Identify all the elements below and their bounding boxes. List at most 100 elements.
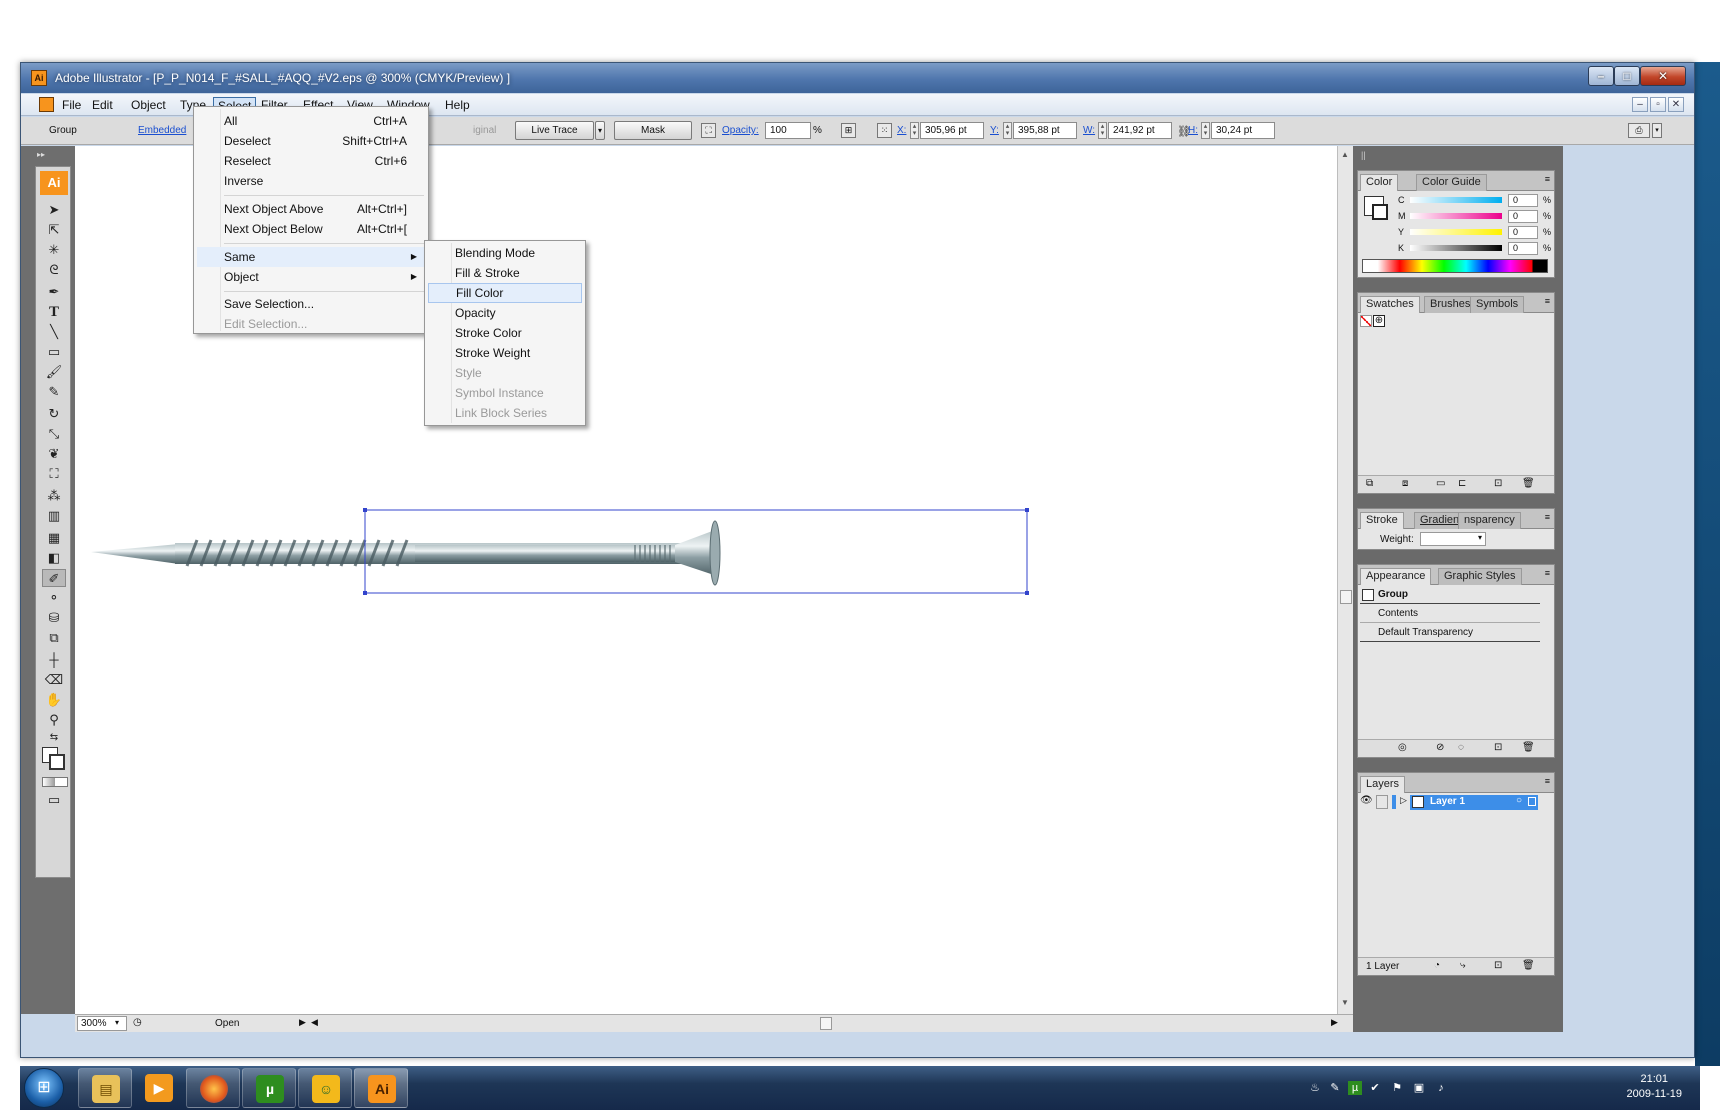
new-swatch-icon[interactable]: ⊡ — [1494, 478, 1502, 489]
submenu-item-blending-mode[interactable]: Blending Mode — [428, 243, 582, 263]
action-center-flag-icon[interactable]: ⚑ — [1390, 1081, 1404, 1095]
stroke-color-icon[interactable] — [49, 754, 65, 770]
tab-swatches[interactable]: Swatches — [1360, 296, 1420, 313]
delete-layer-icon[interactable]: 🗑 — [1522, 960, 1535, 971]
y-input[interactable]: 395,88 pt — [1013, 122, 1077, 139]
layer-expand-icon[interactable]: ▷ — [1400, 795, 1407, 806]
scroll-right-icon[interactable]: ▶ — [1331, 1017, 1338, 1028]
make-clipping-mask-icon[interactable]: ◔ — [1434, 960, 1440, 971]
magic-wand-tool-icon[interactable]: ✳ — [42, 241, 66, 259]
zoom-dropdown-icon[interactable]: ▾ — [115, 1018, 119, 1027]
edit-original-button[interactable]: iginal — [473, 125, 496, 136]
symbol-sprayer-tool-icon[interactable]: ⁂ — [42, 487, 66, 505]
layer-selection-square[interactable] — [1528, 797, 1536, 806]
w-label[interactable]: W: — [1083, 125, 1095, 136]
submenu-item-fill-stroke[interactable]: Fill & Stroke — [428, 263, 582, 283]
tab-stroke[interactable]: Stroke — [1360, 512, 1404, 529]
menu-file[interactable]: File — [58, 97, 85, 114]
rotate-tool-icon[interactable]: ↻ — [42, 405, 66, 423]
y-stepper[interactable]: ▴ ▾ — [1003, 122, 1012, 139]
layer-target-icon[interactable]: ○ — [1516, 795, 1522, 806]
appearance-row-contents[interactable]: Contents — [1378, 608, 1418, 619]
zoom-level-select[interactable]: 300% — [77, 1016, 127, 1031]
taskbar-messenger[interactable]: ☺ — [298, 1068, 352, 1108]
appearance-row-transparency[interactable]: Default Transparency — [1378, 627, 1473, 638]
channel-k-input[interactable]: 0 — [1508, 242, 1538, 255]
steam-tray-icon[interactable]: ♨ — [1308, 1081, 1322, 1095]
warp-tool-icon[interactable]: ❦ — [42, 445, 66, 463]
panel-menu-icon[interactable]: ≡ — [1545, 296, 1550, 306]
submenu-item-stroke-weight[interactable]: Stroke Weight — [428, 343, 582, 363]
menu-object[interactable]: Object — [127, 97, 170, 114]
tab-appearance[interactable]: Appearance — [1360, 568, 1432, 585]
status-menu-icon[interactable]: ▶ — [299, 1017, 306, 1028]
duplicate-item-icon[interactable]: ⊡ — [1494, 742, 1502, 753]
reference-point-icon[interactable]: ⁙ — [877, 123, 892, 138]
panel-menu-icon[interactable]: ≡ — [1545, 568, 1550, 578]
appearance-row-group[interactable]: Group — [1378, 589, 1408, 600]
scroll-left-icon[interactable]: ◀ — [311, 1017, 318, 1028]
tray-check-icon[interactable]: ✔ — [1368, 1081, 1382, 1095]
tab-color[interactable]: Color — [1360, 174, 1399, 191]
mask-button[interactable]: Mask — [614, 121, 692, 140]
eraser-tool-icon[interactable]: ⌫ — [42, 671, 66, 689]
menu-item-next-object-below[interactable]: Next Object Below Alt+Ctrl+[ — [197, 219, 425, 239]
channel-c-input[interactable]: 0 — [1508, 194, 1538, 207]
live-trace-button[interactable]: Live Trace — [515, 121, 594, 140]
h-input[interactable]: 30,24 pt — [1211, 122, 1275, 139]
menu-edit[interactable]: Edit — [88, 97, 117, 114]
submenu-item-stroke-color[interactable]: Stroke Color — [428, 323, 582, 343]
start-button[interactable]: ⊞ — [24, 1068, 64, 1108]
vertical-scrollbar[interactable]: ▲ ▼ — [1337, 146, 1353, 1014]
channel-y-slider[interactable] — [1410, 229, 1502, 235]
scroll-up-icon[interactable]: ▲ — [1341, 150, 1349, 159]
submenu-item-fill-color[interactable]: Fill Color — [428, 283, 582, 303]
x-stepper[interactable]: ▴ ▾ — [910, 122, 919, 139]
doc-minimize-button[interactable]: – — [1632, 97, 1648, 112]
doc-restore-button[interactable]: ▫ — [1650, 97, 1666, 112]
embedded-link[interactable]: Embedded — [138, 125, 186, 136]
rectangle-tool-icon[interactable]: ▭ — [42, 343, 66, 361]
layer-visibility-eye-icon[interactable]: 👁 — [1360, 795, 1373, 809]
opacity-label[interactable]: Opacity: — [722, 125, 759, 136]
channel-m-input[interactable]: 0 — [1508, 210, 1538, 223]
paintbrush-tool-icon[interactable]: 🖌 — [42, 363, 66, 381]
new-color-group-icon[interactable]: ⊏ — [1458, 478, 1466, 489]
reduce-to-basic-icon[interactable]: ◌ — [1458, 742, 1464, 753]
layer-name[interactable]: Layer 1 — [1430, 796, 1465, 807]
selection-handle[interactable] — [363, 591, 367, 595]
utorrent-tray-icon[interactable]: µ — [1348, 1081, 1362, 1095]
screen-mode-icon[interactable]: ▭ — [42, 791, 66, 809]
registration-swatch[interactable]: ⊕ — [1373, 315, 1385, 327]
live-paint-selection-tool-icon[interactable]: ⧉ — [42, 629, 66, 647]
taskbar-utorrent[interactable]: µ — [242, 1068, 296, 1108]
selection-tool-icon[interactable]: ➤ — [42, 201, 66, 219]
clear-appearance-icon[interactable]: ⊘ — [1436, 742, 1444, 753]
tab-layers[interactable]: Layers — [1360, 776, 1406, 793]
minimize-button[interactable]: – — [1588, 66, 1614, 86]
channel-y-input[interactable]: 0 — [1508, 226, 1538, 239]
vertical-scroll-thumb[interactable] — [1340, 590, 1352, 604]
hand-tool-icon[interactable]: ✋ — [42, 691, 66, 709]
mesh-tool-icon[interactable]: ▦ — [42, 529, 66, 547]
blend-tool-icon[interactable]: ⚬ — [42, 589, 66, 607]
zoom-tool-icon[interactable]: ⚲ — [42, 711, 66, 729]
menu-help[interactable]: Help — [441, 97, 474, 114]
h-label[interactable]: H: — [1188, 125, 1198, 136]
submenu-item-opacity[interactable]: Opacity — [428, 303, 582, 323]
tray-app-icon[interactable]: ✎ — [1328, 1081, 1342, 1095]
system-clock[interactable]: 21:01 2009-11-19 — [1627, 1072, 1682, 1102]
eyedropper-tool-icon[interactable]: ✐ — [42, 569, 66, 587]
control-bar-menu-icon[interactable]: ▾ — [1652, 123, 1662, 138]
panel-menu-icon[interactable]: ≡ — [1545, 174, 1550, 184]
x-label[interactable]: X: — [897, 125, 906, 136]
stroke-weight-input[interactable] — [1420, 532, 1486, 546]
tab-symbols[interactable]: Symbols — [1470, 296, 1525, 313]
w-stepper[interactable]: ▴ ▾ — [1098, 122, 1107, 139]
collapse-toolbox-icon[interactable]: ▸▸ — [37, 150, 45, 159]
panel-menu-icon[interactable]: ≡ — [1545, 512, 1550, 522]
menu-item-all[interactable]: All Ctrl+A — [197, 111, 425, 131]
horizontal-scroll-thumb[interactable] — [820, 1017, 832, 1030]
selection-handle[interactable] — [363, 508, 367, 512]
align-icon[interactable]: ⊞ — [841, 123, 856, 138]
